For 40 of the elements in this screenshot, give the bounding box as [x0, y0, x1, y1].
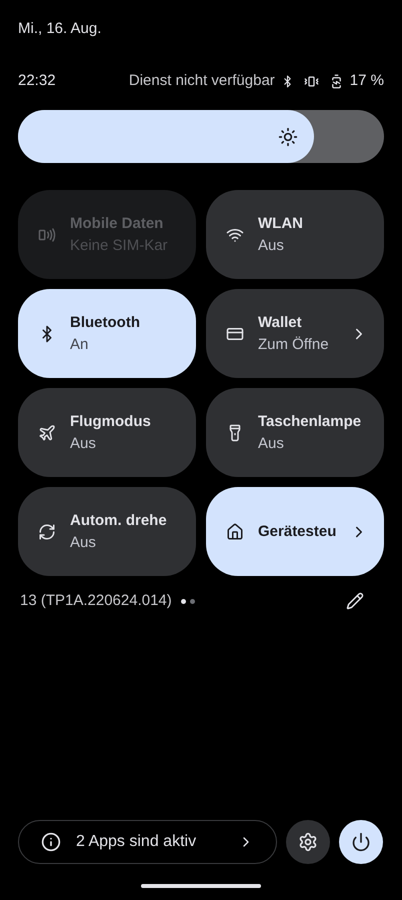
tile-title: WLAN — [258, 214, 304, 234]
settings-icon — [298, 832, 318, 852]
tile-subtitle: Aus — [70, 532, 97, 552]
quick-setting-tile[interactable]: Taschenlampe Aus — [206, 388, 384, 477]
quick-setting-tile[interactable]: WLAN Aus — [206, 190, 384, 279]
power-button[interactable] — [339, 820, 383, 864]
tile-subtitle: Zum Öffne — [258, 334, 330, 354]
power-icon — [351, 832, 371, 852]
carrier-text: Dienst nicht verfügbar — [128, 70, 275, 91]
airplane-icon — [38, 424, 56, 442]
tile-title: Mobile Daten — [70, 214, 164, 234]
tile-title: Bluetooth — [70, 312, 141, 332]
settings-button[interactable] — [286, 820, 330, 864]
battery-percent: 17 % — [350, 70, 384, 91]
home-icon — [226, 522, 244, 540]
tile-subtitle: Aus — [258, 236, 285, 256]
tile-title: Wallet — [258, 312, 303, 332]
date: Mi., 16. Aug. — [18, 20, 102, 37]
tile-subtitle: Aus — [258, 434, 285, 454]
vibrate-icon — [304, 74, 319, 88]
info-icon — [41, 832, 61, 852]
edit-icon[interactable] — [346, 592, 364, 610]
quick-setting-tile[interactable]: Bluetooth An — [18, 289, 196, 378]
tile-title: Flugmodus — [70, 412, 152, 432]
quick-setting-tile[interactable]: Autom. drehe Aus — [18, 487, 196, 576]
tile-subtitle: An — [70, 334, 90, 354]
tile-title: Autom. drehe — [70, 510, 168, 530]
tile-title: Gerätesteu — [258, 522, 338, 542]
quick-setting-tile[interactable]: Wallet Zum Öffne — [206, 289, 384, 378]
build-number: 13 (TP1A.220624.014) — [20, 590, 172, 611]
clock: 22:32 — [18, 70, 56, 91]
brightness-icon — [278, 126, 298, 146]
tile-subtitle: Aus — [70, 434, 97, 454]
navigation-handle[interactable] — [141, 884, 261, 888]
rotate-icon — [38, 522, 56, 540]
brightness-slider[interactable] — [18, 110, 384, 163]
quick-setting-tile[interactable]: Flugmodus Aus — [18, 388, 196, 477]
quick-setting-tile[interactable]: Gerätesteu — [206, 487, 384, 576]
active-apps-button[interactable]: 2 Apps sind aktiv — [18, 820, 277, 864]
tile-title: Taschenlampe — [258, 412, 362, 432]
